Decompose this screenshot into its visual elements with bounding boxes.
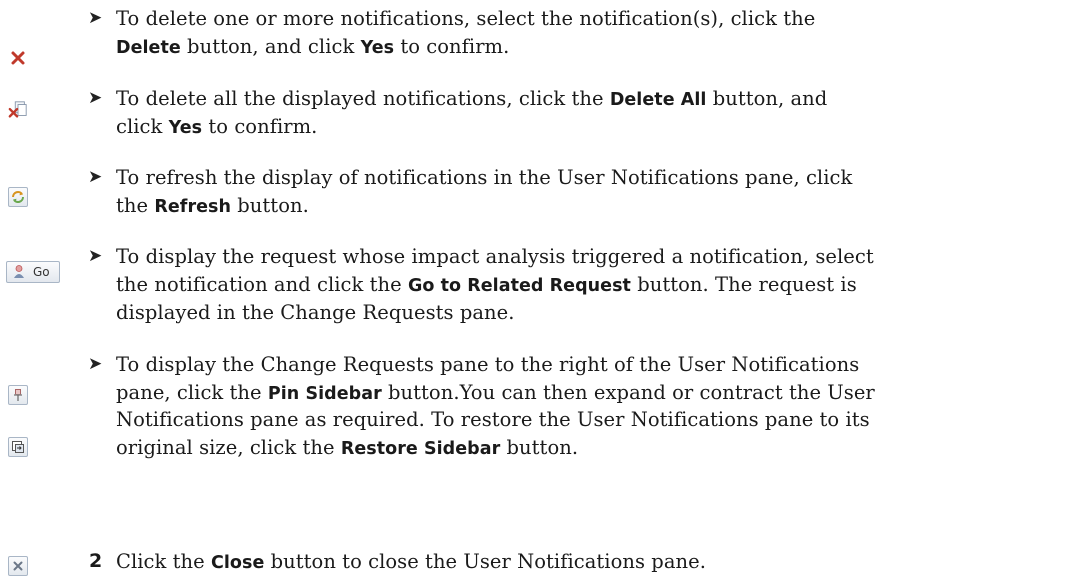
go-to-related-request-icon[interactable]: Go [6,261,60,283]
text-line: the notification and click the Go to Rel… [116,273,857,296]
bold-term: Refresh [154,197,232,217]
text-line: original size, click the Restore Sidebar… [116,436,579,459]
step-text: Click the Close button to close the User… [116,550,706,573]
bullet-icon: ➤ [88,8,103,28]
bold-term: Close [210,553,265,573]
text-line: To display the Change Requests pane to t… [116,353,860,376]
delete-all-icon[interactable] [8,100,28,120]
bold-term: Yes [168,118,203,138]
delete-x-icon[interactable] [8,48,28,68]
text-line: To display the request whose impact anal… [116,245,874,268]
bullet-icon: ➤ [88,167,103,187]
bold-term: Pin Sidebar [267,384,382,404]
text-line: Delete button, and click Yes to confirm. [116,35,510,58]
text-line: Notifications pane as required. To resto… [116,408,870,431]
text-line: To delete one or more notifications, sel… [116,7,816,30]
pin-sidebar-icon[interactable] [8,385,28,405]
close-x-icon[interactable] [8,556,28,576]
person-icon [14,265,24,278]
text-line: To refresh the display of notifications … [116,166,853,189]
bold-term: Yes [360,38,395,58]
bold-term: Restore Sidebar [340,439,501,459]
step-number: 2 [89,550,103,572]
go-label: Go [33,265,50,279]
bold-term: Delete [116,38,181,58]
bullet-icon: ➤ [88,88,103,108]
bold-term: Delete All [609,90,707,110]
refresh-icon[interactable] [8,187,28,207]
text-line: pane, click the Pin Sidebar button.You c… [116,381,875,404]
bullet-icon: ➤ [88,246,103,266]
text-line: click Yes to confirm. [116,115,318,138]
restore-sidebar-icon[interactable] [8,437,28,457]
bullet-icon: ➤ [88,354,103,374]
bold-term: Go to Related Request [407,276,631,296]
text-line: displayed in the Change Requests pane. [116,301,515,324]
text-line: To delete all the displayed notification… [116,87,828,110]
text-line: the Refresh button. [116,194,309,217]
